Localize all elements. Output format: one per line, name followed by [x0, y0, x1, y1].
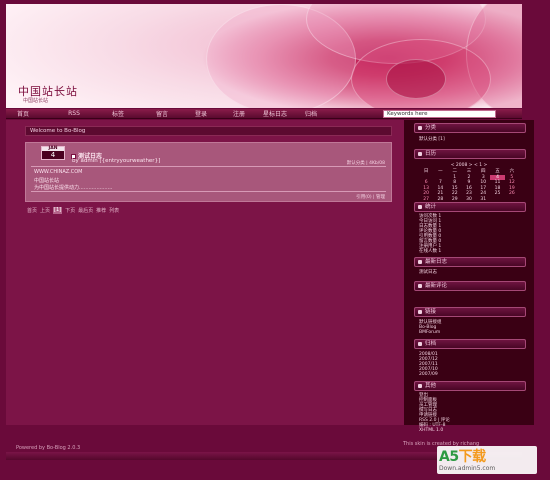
date-day: 4	[50, 151, 56, 159]
category-item[interactable]: 默认分类 [1]	[419, 137, 445, 142]
nav-item-rss[interactable]: RSS	[61, 110, 87, 117]
archives-list: 2008/01 2007/12 2007/11 2007/10 2007/09	[419, 352, 438, 377]
sidebar-heading-recent-comments[interactable]: 最新评论	[414, 281, 526, 291]
pager-link[interactable]: 最后页	[78, 207, 93, 214]
welcome-bar: Welcome to Bo-Blog	[25, 126, 392, 136]
pager-link[interactable]: 下页	[65, 207, 75, 214]
calendar-nav[interactable]: < 2008 > < 1 >	[419, 163, 519, 168]
header-banner: 中国站长站 中国站长站	[6, 4, 522, 108]
page: 中国站长站 中国站长站 首页 RSS 标签 留言 登录 注册 星标日志 归档 K…	[0, 0, 550, 480]
rose-center	[386, 59, 446, 99]
stats-item[interactable]: 在线人数 1	[419, 249, 441, 254]
post-footer-links[interactable]: 引用(0) | 管理	[356, 194, 385, 200]
blog-post: JAN 4 测试日志 by admin [{entryyourweather}]…	[25, 142, 392, 202]
post-body-line: WWW.CHINAZ.COM	[34, 169, 83, 175]
sidebar-heading-calendar[interactable]: 日历	[414, 149, 526, 159]
calendar-grid: 日一二三四五六 1 2 3 4 5 6 7 8 9 10 11 12 13 14 15 16 17 18 19 20 2…	[419, 169, 519, 202]
site-subtitle: 中国站长站	[23, 98, 49, 104]
sidebar-heading-links[interactable]: 链接	[414, 307, 526, 317]
nav-item-login[interactable]: 登录	[188, 109, 214, 118]
nav-item-home[interactable]: 首页	[10, 109, 36, 118]
watermark-text: 下载	[458, 449, 487, 465]
post-body-line: 中国站长站	[34, 178, 60, 184]
pager-link[interactable]: 列表	[109, 207, 119, 214]
main-nav: 首页 RSS 标签 留言 登录 注册 星标日志 归档 Keywords here	[6, 109, 522, 119]
pager-link[interactable]: 首页	[27, 207, 37, 214]
pagination: 首页 上页 [1] 下页 最后页 推荐 列表	[27, 207, 119, 214]
sidebar-heading-recent-entries[interactable]: 最新日志	[414, 257, 526, 267]
stats-list: 访问次数 1 今日访问 1 日志数量 1 评论数量 0 引用数量 0 留言数量 0 注册用户…	[419, 214, 441, 254]
search-input[interactable]: Keywords here	[383, 110, 496, 118]
watermark-url: Down.admin5.com	[439, 465, 496, 472]
date-badge: JAN 4	[41, 146, 65, 160]
post-body-line: 为中国站长提供动力.....................	[34, 185, 113, 191]
misc-item[interactable]: XHTML 1.0	[419, 428, 450, 433]
sidebar-heading-archives[interactable]: 归档	[414, 339, 526, 349]
nav-item-archive[interactable]: 归档	[298, 109, 324, 118]
archive-item[interactable]: 2007/09	[419, 372, 438, 377]
calendar: < 2008 > < 1 > 日一二三四五六 1 2 3 4 5 6 7 8 9 10 11 12 13…	[419, 163, 519, 202]
recent-entry-item[interactable]: 测试日志	[419, 270, 437, 275]
nav-item-tags[interactable]: 标签	[105, 109, 131, 118]
sidebar-heading-misc[interactable]: 其他	[414, 381, 526, 391]
watermark-a5: A5	[439, 449, 459, 465]
post-author: by admin [{entryyourweather}]	[72, 158, 161, 164]
sidebar-heading-stats[interactable]: 统计	[414, 202, 526, 212]
sidebar-category-list: 默认分类 [1]	[419, 137, 445, 142]
download-watermark: A5下载 Down.admin5.com	[437, 446, 537, 474]
pager-link[interactable]: [1]	[53, 207, 63, 214]
pager-link[interactable]: 推荐	[96, 207, 106, 214]
divider	[31, 166, 386, 167]
recent-entries-list: 测试日志	[419, 270, 437, 275]
misc-list: 登出 控制面板 员工管理 撰写日志 申请链接 RSS 2.0 | 评论 编码 : UTF-8…	[419, 393, 450, 433]
footer-powered-by: Powered by Bo-Blog 2.0.3	[16, 445, 81, 451]
links-list: 默认链接组 Bo-Blog BMForum	[419, 320, 442, 335]
sidebar-heading-categories[interactable]: 分类	[414, 123, 526, 133]
watermark-logo: A5下载	[439, 446, 486, 466]
nav-item-register[interactable]: 注册	[226, 109, 252, 118]
divider	[31, 191, 386, 192]
nav-item-starred[interactable]: 星标日志	[260, 109, 290, 118]
pager-link[interactable]: 上页	[40, 207, 50, 214]
nav-item-guestbook[interactable]: 留言	[149, 109, 175, 118]
link-item[interactable]: BMForum	[419, 330, 442, 335]
